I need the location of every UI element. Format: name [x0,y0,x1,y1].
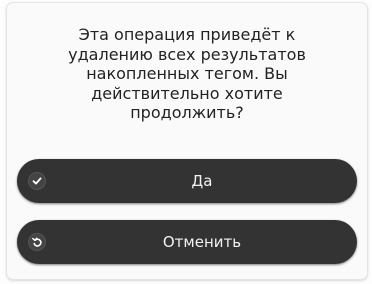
cancel-button-label: Отменить [162,233,242,251]
message-line: накопленных тегом. Вы [86,64,288,83]
dialog-message: Эта операция приведёт к удалению всех ре… [23,25,351,123]
confirm-dialog: Эта операция приведёт к удалению всех ре… [7,3,367,279]
cancel-button[interactable]: Отменить [17,220,357,264]
message-line: Эта операция приведёт к [78,25,296,44]
confirm-button[interactable]: Да [17,159,357,203]
message-line: удалению всех результатов [68,44,306,64]
message-line: продолжить? [130,103,244,122]
check-icon [28,172,46,190]
undo-icon [28,233,46,251]
confirm-button-label: Да [191,172,213,190]
message-line: действительно хотите [91,83,283,103]
